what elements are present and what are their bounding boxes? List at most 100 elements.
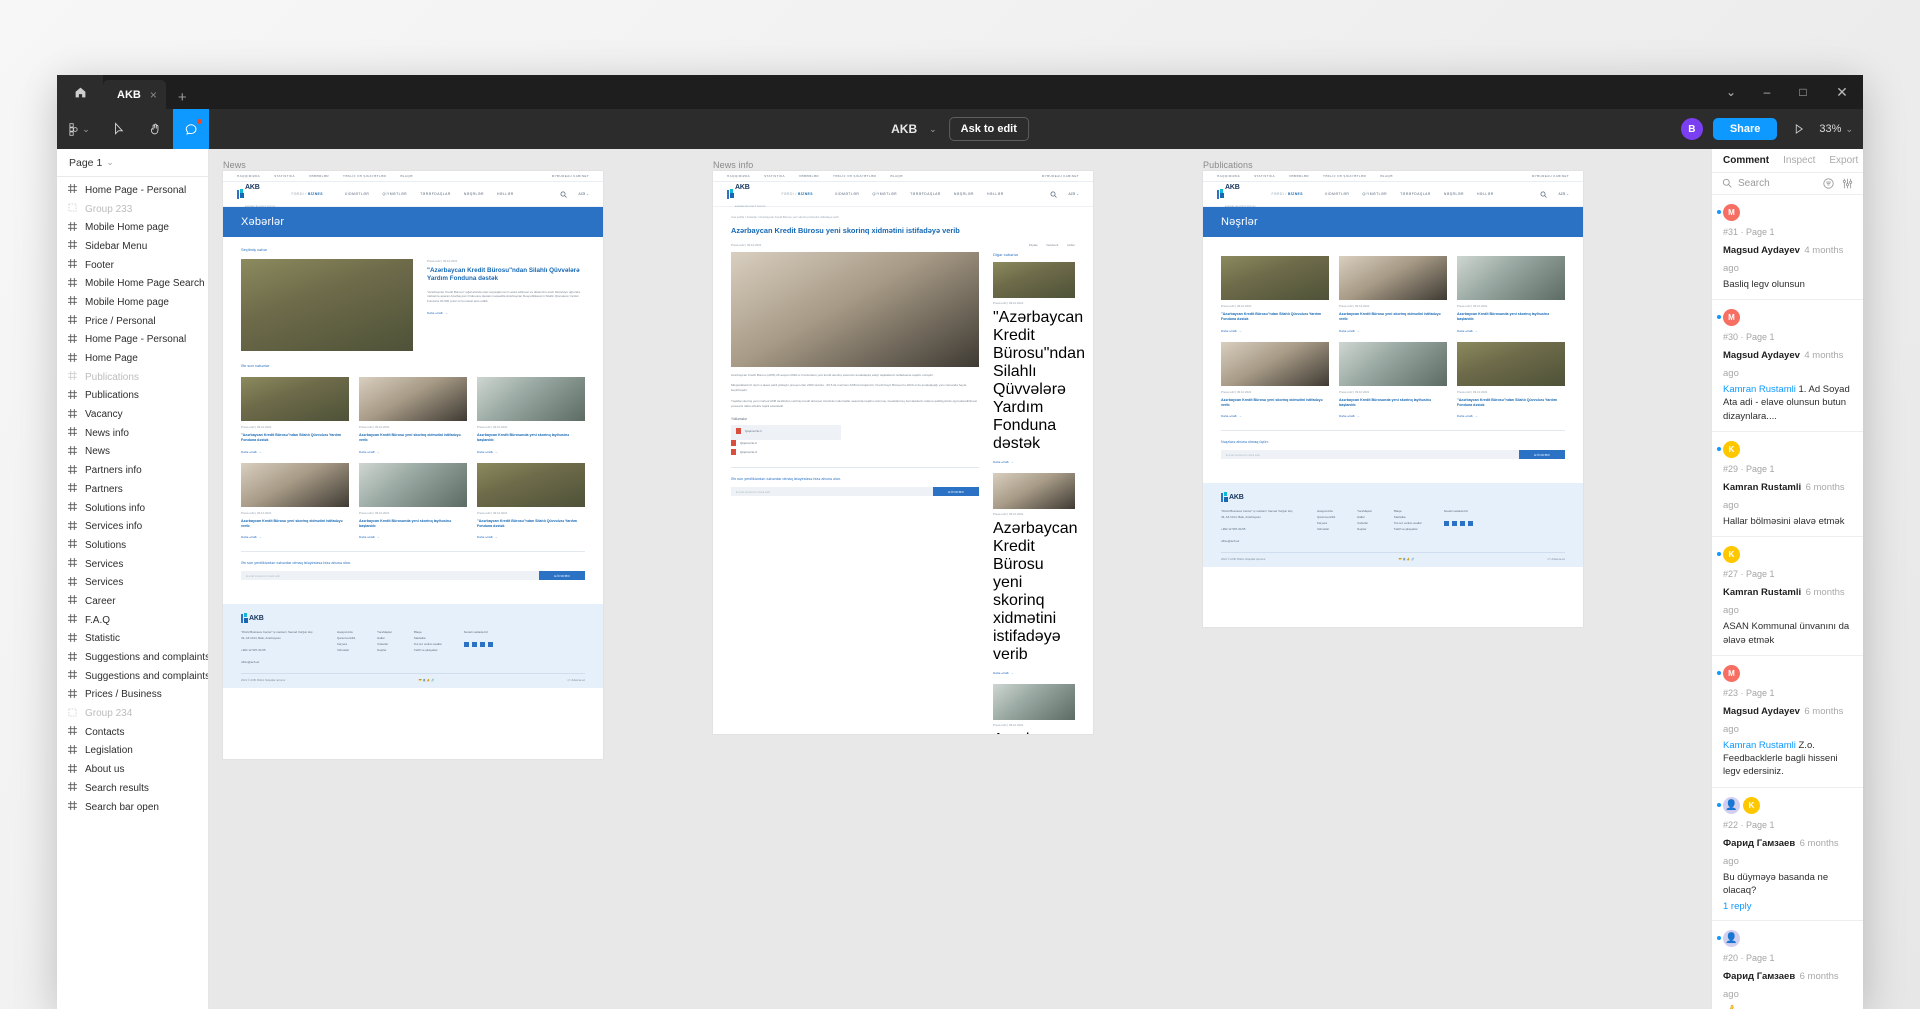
- news-card[interactable]: Press-reliz | 09.10.2021 Azərbaycan Kredi…: [1339, 341, 1447, 418]
- mybureau-link[interactable]: MyBureau kabinet: [1532, 174, 1569, 178]
- frame-label-news[interactable]: News: [223, 160, 246, 170]
- layer-item[interactable]: Suggestions and complaints: [57, 648, 208, 667]
- footer-link[interactable]: Əlaqə: [414, 630, 422, 634]
- main-menu-item[interactable]: QİYMƏTLƏR: [872, 192, 897, 196]
- language-switch[interactable]: AZƏ ⌄: [578, 192, 589, 196]
- ask-to-edit-button[interactable]: Ask to edit: [948, 117, 1029, 141]
- footer-link[interactable]: Təklif və şikayətlər: [414, 648, 438, 652]
- design-canvas[interactable]: News HAQQIMIZDA STATISTIKA XƏBƏRLƏR TƏKLİF …: [209, 149, 1711, 1009]
- card-read-more-link[interactable]: Daha ətraflı →: [359, 535, 467, 539]
- card-title[interactable]: "Azərbaycan Kredit Bürosu"ndan Silahlı Q…: [1457, 398, 1565, 408]
- main-menu-item[interactable]: QİYMƏTLƏR: [382, 192, 407, 196]
- footer-credit[interactable]: </> Adverse.az: [567, 679, 585, 682]
- footer-phone[interactable]: +994 12 597-30-55: [1221, 527, 1246, 531]
- utility-nav-item[interactable]: TƏKLİF VƏ ŞİKAYƏTLƏR: [1323, 174, 1366, 178]
- comment-item[interactable]: 👤 K #22 · Page 1 Фарид Гамзаев 6 months ago…: [1712, 788, 1863, 922]
- utility-nav-item[interactable]: STATISTIKA: [764, 174, 785, 178]
- footer-link[interactable]: Karyera: [337, 642, 347, 646]
- main-menu-item[interactable]: TƏRƏFDAŞLAR: [910, 192, 941, 196]
- footer-link[interactable]: Hallar: [1357, 515, 1365, 519]
- main-menu-item[interactable]: XİDMƏTLƏR: [1325, 192, 1350, 196]
- footer-logo[interactable]: AKB: [241, 613, 585, 624]
- subscribe-submit-button[interactable]: GÖNDƏR: [1519, 450, 1565, 460]
- file-name-label[interactable]: AKB: [891, 122, 917, 136]
- layer-item[interactable]: Solutions: [57, 536, 208, 555]
- related-news-card[interactable]: Press-reliz | 09.10.2021 "Azərbaycan Kred…: [993, 261, 1085, 464]
- subscribe-email-input[interactable]: E-mail ünvanınızı daxil edin: [731, 487, 933, 497]
- instagram-icon[interactable]: [1443, 521, 1449, 527]
- footer-link[interactable]: Xəbərlər: [377, 642, 388, 646]
- footer-email[interactable]: office@acb.az: [1221, 539, 1239, 543]
- footer-link[interactable]: Xəbərlər: [1357, 521, 1368, 525]
- layer-item[interactable]: Home Page: [57, 349, 208, 368]
- main-menu-item[interactable]: XİDMƏTLƏR: [345, 192, 370, 196]
- related-title[interactable]: Azərbaycan Kredit Bürosunda yeni skorinq…: [993, 731, 1078, 734]
- avatar[interactable]: 👤: [1723, 796, 1740, 814]
- comment-mention[interactable]: Kamran Rustamli: [1723, 740, 1796, 751]
- layer-item[interactable]: Price / Personal: [57, 312, 208, 331]
- card-read-more-link[interactable]: Daha ətraflı →: [241, 535, 349, 539]
- tab-inspect[interactable]: Inspect: [1783, 155, 1815, 166]
- layer-item[interactable]: News info: [57, 424, 208, 443]
- card-title[interactable]: "Azərbaycan Kredit Bürosu"ndan Silahlı Q…: [1221, 312, 1329, 322]
- related-read-more-link[interactable]: Daha ətraflı →: [993, 460, 1075, 464]
- frame-label-news-info[interactable]: News info: [713, 160, 753, 170]
- utility-nav-item[interactable]: TƏKLİF VƏ ŞİKAYƏTLƏR: [833, 174, 876, 178]
- avatar[interactable]: B: [1680, 118, 1703, 140]
- new-tab-button[interactable]: +: [166, 90, 199, 109]
- layer-item[interactable]: Partners: [57, 480, 208, 499]
- avatar[interactable]: K: [1743, 796, 1760, 814]
- layer-item[interactable]: Group 233: [57, 200, 208, 219]
- comment-item[interactable]: M #23 · Page 1 Magsud Aydayev 6 months ago…: [1712, 656, 1863, 788]
- card-title[interactable]: Azərbaycan Kredit Bürosu yeni skorinq xi…: [1339, 312, 1447, 322]
- layer-item[interactable]: Publications: [57, 387, 208, 406]
- frame-news[interactable]: HAQQIMIZDA STATISTIKA XƏBƏRLƏR TƏKLİF VƏ Şİ…: [223, 171, 603, 759]
- facebook-icon[interactable]: [1451, 521, 1457, 527]
- card-read-more-link[interactable]: Daha ətraflı →: [1457, 414, 1565, 418]
- layer-item[interactable]: Mobile Home page: [57, 218, 208, 237]
- layer-item[interactable]: About us: [57, 760, 208, 779]
- news-card[interactable]: Press-reliz | 09.10.2021 Azərbaycan Kredi…: [477, 377, 585, 454]
- main-menu-item[interactable]: NƏŞRLƏR: [464, 192, 484, 196]
- news-card[interactable]: Press-reliz | 09.10.2021 "Azərbaycan Kred…: [241, 377, 349, 454]
- utility-nav-item[interactable]: ƏLAQƏ: [890, 174, 903, 178]
- layer-item[interactable]: Statistic: [57, 630, 208, 649]
- subscribe-submit-button[interactable]: GÖNDƏR: [933, 487, 979, 497]
- share-link[interactable]: facebook: [1047, 243, 1059, 247]
- layer-item[interactable]: F.A.Q: [57, 611, 208, 630]
- featured-title[interactable]: "Azərbaycan Kredit Bürosu"ndan Silahlı Q…: [427, 267, 585, 284]
- close-tab-icon[interactable]: ×: [150, 88, 157, 102]
- layer-item[interactable]: Services info: [57, 517, 208, 536]
- card-title[interactable]: "Azərbaycan Kredit Bürosu"ndan Silahlı Q…: [477, 519, 585, 529]
- card-title[interactable]: Azərbaycan Kredit Bürosu yeni skorinq xi…: [359, 433, 467, 443]
- main-menu-item[interactable]: HƏLLƏR: [1477, 192, 1494, 196]
- main-menu-item[interactable]: NƏŞRLƏR: [954, 192, 974, 196]
- footer-link[interactable]: Qanunvericilik: [337, 636, 355, 640]
- footer-link[interactable]: Karyera: [1317, 521, 1327, 525]
- mybureau-link[interactable]: MyBureau kabinet: [552, 174, 589, 178]
- instagram-icon[interactable]: [463, 642, 469, 648]
- avatar[interactable]: K: [1723, 441, 1740, 458]
- footer-link[interactable]: Xidmətlər: [1317, 527, 1329, 531]
- layer-item[interactable]: Solutions info: [57, 499, 208, 518]
- layer-item[interactable]: Partners info: [57, 461, 208, 480]
- footer-phone[interactable]: +994 12 597-30-55: [241, 648, 266, 652]
- site-segment-switch[interactable]: FƏRDİ / BİZNES: [1272, 192, 1303, 196]
- utility-nav-item[interactable]: ƏLAQƏ: [400, 174, 413, 178]
- featured-read-more-link[interactable]: Daha ətraflı →: [427, 311, 585, 315]
- footer-link[interactable]: Haqqımızda: [1317, 509, 1333, 513]
- news-card[interactable]: Press-reliz | 09.10.2021 Azərbaycan Kredi…: [1457, 256, 1565, 333]
- footer-link[interactable]: Tərəfdaşlar: [1357, 509, 1372, 513]
- related-title[interactable]: Azərbaycan Kredit Bürosu yeni skorinq xi…: [993, 520, 1078, 664]
- layer-item[interactable]: Search results: [57, 779, 208, 798]
- minimize-icon[interactable]: –: [1749, 75, 1785, 109]
- comment-item[interactable]: K #29 · Page 1 Kamran Rustamli 6 months ag…: [1712, 432, 1863, 538]
- zoom-control[interactable]: 33% ⌄: [1819, 123, 1853, 135]
- related-news-card[interactable]: Press-reliz | 09.10.2021 Azərbaycan Kredi…: [993, 472, 1078, 675]
- avatar[interactable]: K: [1723, 546, 1740, 564]
- footer-link[interactable]: Təklif və şikayətlər: [1394, 527, 1418, 531]
- main-menu-item[interactable]: QİYMƏTLƏR: [1362, 192, 1387, 196]
- card-read-more-link[interactable]: Daha ətraflı →: [1457, 329, 1565, 333]
- file-menu-chevron-icon[interactable]: ⌄: [929, 124, 937, 135]
- layer-item[interactable]: Publications: [57, 368, 208, 387]
